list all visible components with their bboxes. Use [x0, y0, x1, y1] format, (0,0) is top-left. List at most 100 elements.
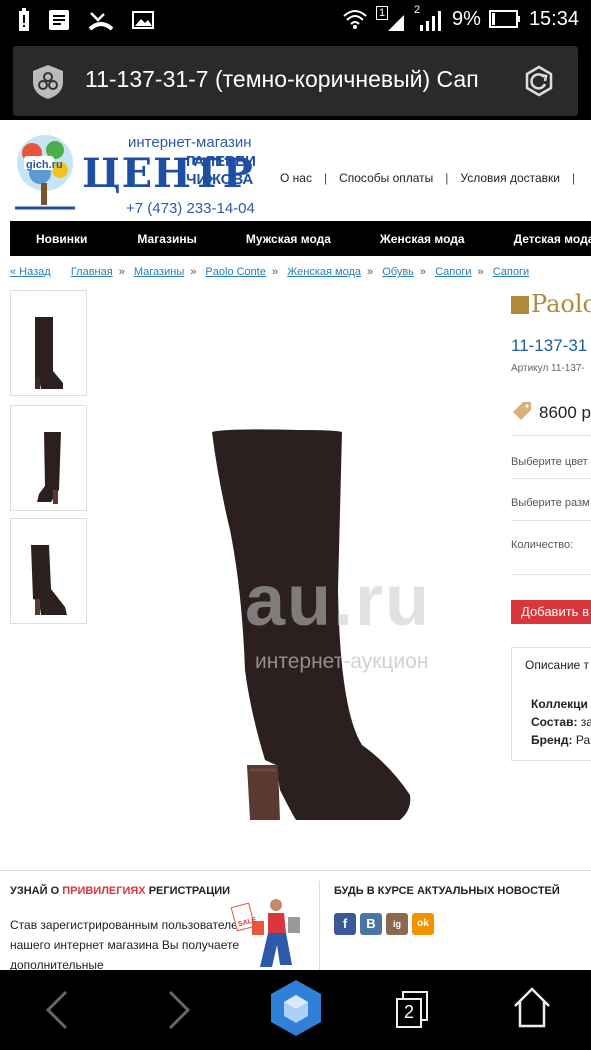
separator: »: [118, 266, 125, 278]
quantity-label: Количество:: [511, 539, 574, 551]
brand-logo-text: Paolo: [531, 290, 591, 318]
separator: |: [323, 171, 328, 185]
brand-logo-mark-icon: [511, 296, 529, 314]
desc-row: Бренд: Ра: [531, 733, 590, 747]
price-tag-icon: [513, 402, 531, 420]
top-links: О нас | Способы оплаты | Условия доставк…: [280, 171, 587, 185]
link-payment[interactable]: Способы оплаты: [339, 171, 433, 185]
separator: »: [419, 266, 427, 278]
browser-toolbar: 11-137-31-7 (темно-коричневый) Сап: [0, 40, 591, 120]
product-thumbnail[interactable]: [10, 405, 87, 511]
link-delivery[interactable]: Условия доставки: [460, 171, 560, 185]
desc-label: Состав:: [531, 715, 578, 729]
home-cube-icon[interactable]: [268, 978, 324, 1038]
status-bar: 1 2 9% 15:34: [0, 0, 591, 40]
divider: [511, 478, 591, 479]
logo-tree-icon: [15, 135, 75, 210]
breadcrumb-item[interactable]: Магазины: [134, 266, 184, 278]
watermark-subtitle: интернет-аукцион: [255, 650, 429, 673]
desc-value: за: [580, 715, 591, 729]
separator: »: [190, 266, 197, 278]
desc-label: Бренд:: [531, 733, 573, 747]
battery-alert-icon: [19, 8, 29, 31]
tabs-button[interactable]: 2: [394, 990, 430, 1030]
forward-arrow-icon[interactable]: [160, 988, 196, 1032]
watermark: au.ru: [245, 561, 432, 641]
instagram-icon[interactable]: ig: [386, 913, 408, 935]
clock: 15:34: [528, 7, 579, 30]
back-link[interactable]: « Назад: [10, 266, 51, 278]
link-about[interactable]: О нас: [280, 171, 312, 185]
facebook-icon[interactable]: f: [334, 913, 356, 935]
main-menu: Новинки Магазины Мужская мода Женская мо…: [10, 221, 591, 256]
breadcrumb-item[interactable]: Женская мода: [287, 266, 361, 278]
reload-icon[interactable]: [522, 64, 556, 98]
divider: [511, 520, 591, 521]
breadcrumb-item[interactable]: Главная: [71, 266, 113, 278]
menu-item-kids[interactable]: Детская мода: [514, 232, 591, 246]
breadcrumb-item[interactable]: Сапоги: [493, 266, 529, 278]
product-title: 11-137-31: [511, 336, 588, 355]
desc-row: Состав: за: [531, 715, 591, 729]
divider: [319, 881, 320, 970]
battery-icon: [488, 10, 520, 28]
divider: [511, 574, 591, 575]
vk-icon[interactable]: B: [360, 913, 382, 935]
registration-block: УЗНАЙ О ПРИВИЛЕГИЯХ РЕГИСТРАЦИИ Став зар…: [10, 885, 310, 970]
battery-percent: 9%: [452, 7, 481, 30]
add-to-cart-button[interactable]: Добавить в: [511, 600, 591, 624]
desc-value: Ра: [575, 733, 591, 747]
product-details: Paolo 11-137-31 Артикул 11-137- 8600 р В…: [511, 290, 591, 850]
menu-item-shops[interactable]: Магазины: [137, 232, 196, 246]
product-price: 8600 р: [511, 400, 591, 423]
desc-label: Коллекци: [531, 697, 588, 711]
web-page: gich.ru интернет-магазин ЦЕНТР ГАЛЕРЕИ Ч…: [0, 120, 591, 970]
browser-nav-bar: 2: [0, 970, 591, 1050]
home-icon[interactable]: [512, 986, 552, 1030]
separator: |: [445, 171, 449, 185]
registration-text: Став зарегистрированным пользователем на…: [10, 918, 247, 970]
shopping-woman-image: [230, 899, 300, 967]
address-bar[interactable]: 11-137-31-7 (темно-коричневый) Сап: [13, 46, 578, 116]
logo-badge: gich.ru: [26, 159, 63, 171]
social-links: f B ig ok: [334, 913, 434, 935]
price-value: 8600 р: [539, 403, 591, 422]
menu-item-women[interactable]: Женская мода: [380, 232, 465, 246]
image-icon: [132, 11, 154, 29]
product-thumbnail[interactable]: [10, 290, 87, 396]
logo-sub-text: ГАЛЕРЕИ: [186, 153, 256, 170]
product-thumbnail[interactable]: [10, 518, 87, 624]
menu-item-men[interactable]: Мужская мода: [246, 232, 331, 246]
sim1-badge: 1: [376, 6, 389, 20]
logo-tagline: интернет-магазин: [128, 134, 252, 151]
shield-icon[interactable]: [31, 64, 65, 100]
separator: »: [367, 266, 374, 278]
footer-info: УЗНАЙ О ПРИВИЛЕГИЯХ РЕГИСТРАЦИИ Став зар…: [0, 870, 591, 970]
boot-image: [37, 432, 61, 504]
message-icon: [49, 10, 69, 30]
size-label: Выберите разм: [511, 497, 590, 509]
product-sku: Артикул 11-137-: [511, 363, 585, 374]
description-tab[interactable]: Описание т: [525, 658, 589, 672]
missed-call-icon: [88, 12, 114, 31]
breadcrumb-item[interactable]: Обувь: [382, 266, 414, 278]
breadcrumb: « Назад Главная» Магазины» Paolo Conte» …: [10, 266, 529, 278]
news-heading: БУДЬ В КУРСЕ АКТУАЛЬНЫХ НОВОСТЕЙ: [334, 885, 560, 897]
phone-number[interactable]: +7 (473) 233-14-04: [126, 200, 255, 217]
tab-count: 2: [404, 1002, 415, 1022]
signal-icon: [388, 15, 405, 31]
breadcrumb-item[interactable]: Paolo Conte: [205, 266, 266, 278]
separator: »: [271, 266, 279, 278]
odnoklassniki-icon[interactable]: ok: [412, 913, 434, 935]
logo-sub-text: ЧИЖОВА: [186, 171, 254, 188]
breadcrumb-item[interactable]: Сапоги: [435, 266, 471, 278]
page-title[interactable]: 11-137-31-7 (темно-коричневый) Сап: [85, 66, 505, 93]
brand-logo[interactable]: Paolo: [511, 290, 591, 318]
color-label: Выберите цвет: [511, 456, 588, 468]
boot-image: [35, 317, 63, 389]
desc-row: Коллекци: [531, 697, 588, 711]
back-arrow-icon[interactable]: [40, 988, 76, 1032]
site-logo[interactable]: gich.ru интернет-магазин ЦЕНТР ГАЛЕРЕИ Ч…: [10, 128, 260, 218]
menu-item-new[interactable]: Новинки: [36, 232, 87, 246]
separator: »: [477, 266, 484, 278]
